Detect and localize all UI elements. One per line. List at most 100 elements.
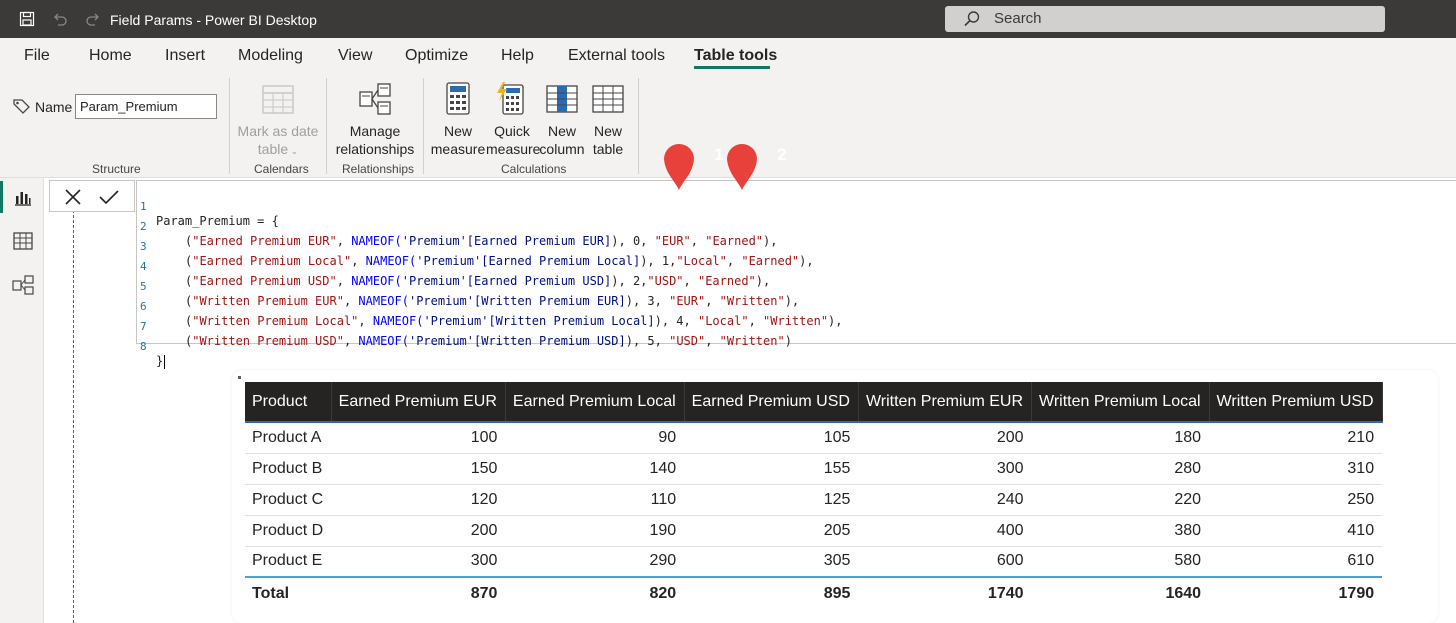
canvas-boundary: [73, 180, 74, 623]
table-cell: 220: [1031, 484, 1210, 516]
table-cell: 150: [331, 453, 506, 485]
total-cell: 820: [505, 576, 685, 609]
mark-as-date-table-button[interactable]: Mark as date table ⌄: [236, 82, 320, 160]
tab-external-tools[interactable]: External tools: [568, 47, 665, 65]
table-cell: 105: [684, 422, 859, 454]
group-label-structure: Structure: [92, 162, 141, 176]
table-header-row: Product Earned Premium EUR Earned Premiu…: [245, 382, 1383, 423]
code-line: 1 Param_Premium = {: [137, 186, 279, 228]
table-cell: 410: [1209, 515, 1383, 547]
total-cell: 1790: [1209, 576, 1383, 609]
table-cell: 310: [1209, 453, 1383, 485]
code-line: 8 }: [137, 326, 166, 369]
table-cell: 600: [858, 546, 1032, 578]
text-cursor: [164, 354, 166, 369]
manage-relationships-button[interactable]: Manage relationships: [333, 82, 417, 158]
quick-measure-button[interactable]: Quick measure: [486, 82, 541, 158]
table-cell: 90: [505, 422, 685, 454]
tab-optimize[interactable]: Optimize: [405, 47, 468, 65]
tab-home[interactable]: Home: [89, 47, 132, 65]
table-cell: 120: [331, 484, 506, 516]
cancel-formula-icon[interactable]: [62, 186, 84, 208]
new-measure-label-1: New: [443, 123, 472, 139]
manage-label-2: relationships: [335, 141, 415, 157]
table-cell: 205: [684, 515, 859, 547]
column-header[interactable]: Earned Premium EUR: [331, 382, 506, 423]
active-tab-indicator: [694, 66, 770, 69]
new-measure-label-2: measure: [430, 141, 486, 157]
group-divider: [638, 78, 639, 174]
report-view-icon[interactable]: [12, 187, 34, 209]
column-header[interactable]: Earned Premium USD: [684, 382, 859, 423]
new-column-button[interactable]: New column: [538, 82, 586, 158]
group-label-calendars: Calendars: [254, 162, 309, 176]
table-row: Product C 120 110 125 240 220 250: [245, 484, 1383, 516]
column-header[interactable]: Earned Premium Local: [505, 382, 685, 423]
commit-formula-icon[interactable]: [98, 186, 120, 208]
tab-view[interactable]: View: [338, 47, 372, 65]
group-divider: [326, 78, 327, 174]
column-header-product[interactable]: Product: [245, 382, 332, 423]
redo-icon[interactable]: [83, 9, 103, 29]
annotation-marker-2: 2: [722, 137, 787, 191]
total-cell: 870: [331, 576, 506, 609]
search-box[interactable]: Search: [945, 6, 1385, 32]
code-line: 2 ("Earned Premium EUR", NAMEOF('Premium…: [137, 206, 777, 248]
table-column-icon: [538, 82, 586, 120]
new-table-button[interactable]: New table: [586, 82, 630, 158]
save-icon[interactable]: [17, 9, 37, 29]
table-cell: 380: [1031, 515, 1210, 547]
new-table-label-2: table: [592, 141, 624, 157]
group-label-relationships: Relationships: [342, 162, 415, 176]
table-cell: 300: [858, 453, 1032, 485]
table-cell: 240: [858, 484, 1032, 516]
column-header[interactable]: Written Premium Local: [1031, 382, 1210, 423]
table-cell: Product B: [245, 453, 332, 485]
code-text: Param_Premium = {: [156, 214, 279, 228]
table-cell: Product E: [245, 546, 332, 578]
code-text: ("Written Premium EUR", NAMEOF('Premium'…: [185, 294, 800, 308]
total-cell: 895: [684, 576, 859, 609]
code-text: ("Earned Premium EUR", NAMEOF('Premium'[…: [185, 234, 778, 248]
table-cell: 610: [1209, 546, 1383, 578]
quick-measure-label-2: measure: [486, 141, 541, 157]
column-header[interactable]: Written Premium USD: [1209, 382, 1383, 423]
tab-modeling[interactable]: Modeling: [238, 47, 303, 65]
annotation-marker-1: 1: [659, 137, 724, 191]
table-icon: [586, 82, 630, 120]
table-cell: Product C: [245, 484, 332, 516]
code-text: ("Earned Premium Local", NAMEOF('Premium…: [185, 254, 814, 268]
name-label: Name: [35, 99, 73, 115]
new-measure-button[interactable]: New measure: [430, 82, 486, 158]
code-text: ("Written Premium USD", NAMEOF('Premium'…: [185, 334, 792, 348]
table-total-row: Total 870 820 895 1740 1640 1790: [245, 576, 1383, 609]
data-view-icon[interactable]: [12, 230, 34, 252]
total-cell: Total: [245, 576, 332, 609]
dax-formula-editor[interactable]: 1 Param_Premium = { 2 ("Earned Premium E…: [136, 180, 1456, 369]
table-row: Product B 150 140 155 300 280 310: [245, 453, 1383, 485]
table-cell: 100: [331, 422, 506, 454]
premium-table: Product Earned Premium EUR Earned Premiu…: [245, 382, 1383, 609]
group-divider: [423, 78, 424, 174]
table-cell: 280: [1031, 453, 1210, 485]
quick-calculator-icon: [486, 82, 538, 120]
table-cell: 200: [858, 422, 1032, 454]
undo-icon[interactable]: [50, 9, 70, 29]
model-view-icon[interactable]: [12, 274, 34, 296]
tab-insert[interactable]: Insert: [165, 47, 205, 65]
total-cell: 1640: [1031, 576, 1210, 609]
search-icon: [963, 10, 981, 28]
tab-file[interactable]: File: [24, 47, 50, 65]
column-header[interactable]: Written Premium EUR: [858, 382, 1033, 423]
table-cell: 250: [1209, 484, 1383, 516]
table-cell: 305: [684, 546, 859, 578]
group-divider: [229, 78, 230, 174]
table-name-input[interactable]: [75, 94, 217, 119]
table-row: Product E 300 290 305 600 580 610: [245, 546, 1383, 578]
tab-table-tools[interactable]: Table tools: [694, 47, 777, 65]
tab-help[interactable]: Help: [501, 47, 534, 65]
table-cell: 140: [505, 453, 685, 485]
manage-label-1: Manage: [349, 123, 401, 139]
calendar-table-icon: [236, 82, 320, 120]
marker-number: 2: [777, 145, 787, 164]
